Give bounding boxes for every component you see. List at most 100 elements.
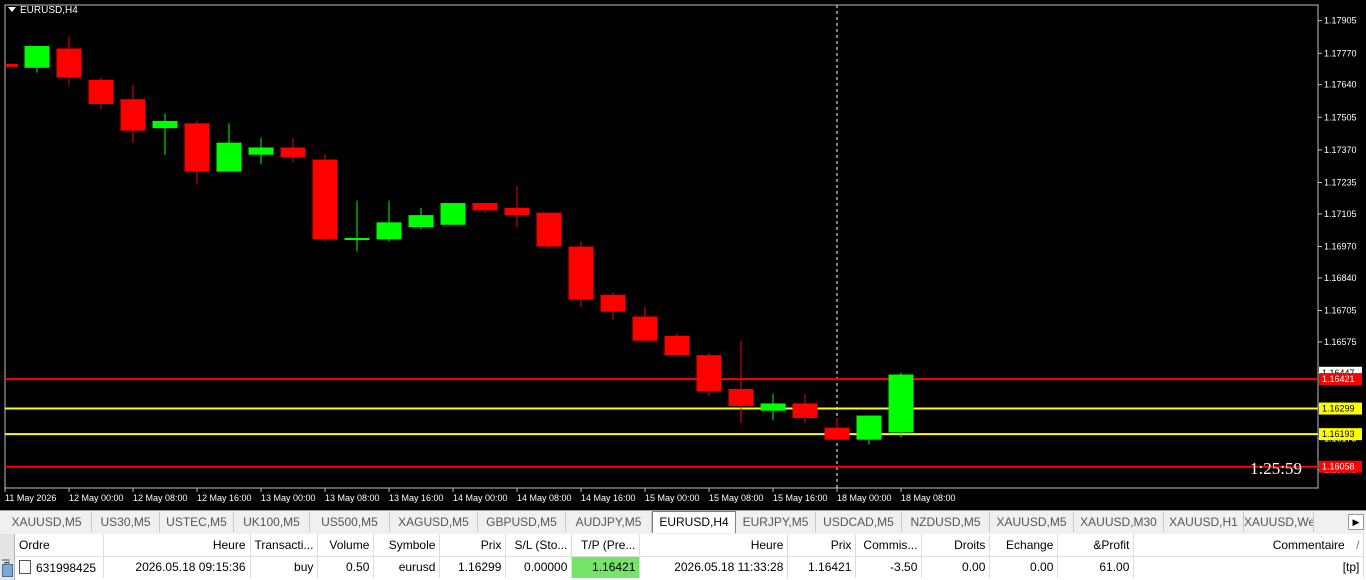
candle-body (376, 222, 402, 240)
candle-body (88, 79, 114, 105)
tab-xagusd-m5[interactable]: XAGUSD,M5 (390, 512, 478, 532)
x-tick-label: 12 May 16:00 (197, 493, 252, 503)
candle-body (824, 427, 850, 440)
candle-body (472, 203, 498, 211)
candle-body (56, 48, 82, 78)
x-tick-label: 12 May 08:00 (133, 493, 188, 503)
chart-title: EURUSD,H4 (8, 5, 78, 16)
chart-menu-icon[interactable] (8, 7, 16, 12)
tab-us500-m5[interactable]: US500,M5 (310, 512, 390, 532)
x-tick-label: 13 May 00:00 (261, 493, 316, 503)
price-chart[interactable]: 1.17905 1.17770 1.17640 1.17505 1.17370 1.172… (0, 0, 1366, 510)
candle-body (792, 403, 818, 418)
cell-price: 1.16299 (439, 556, 507, 578)
candle-body (760, 403, 786, 411)
cell-commission: -3.50 (855, 556, 923, 578)
candle-body (728, 388, 754, 406)
cell-volume: 0.50 (317, 556, 375, 578)
tab-us30-m5[interactable]: US30,M5 (92, 512, 160, 532)
candle-body (696, 355, 722, 392)
tab-xauusd-m5[interactable]: XAUUSD,M5 (2, 512, 92, 532)
x-tick-label: 13 May 08:00 (325, 493, 380, 503)
col-type[interactable]: Transacti... (250, 534, 319, 557)
tab-audjpy-m5[interactable]: AUDJPY,M5 (566, 512, 652, 532)
col-profit[interactable]: &Profit (1057, 534, 1135, 557)
x-tick-label: 14 May 08:00 (517, 493, 572, 503)
y-tick-label: 1.17235 (1324, 178, 1357, 188)
chart-symbol-label: EURUSD,H4 (20, 5, 78, 16)
cell-rights: 0.00 (921, 556, 991, 578)
col-symbol[interactable]: Symbole (373, 534, 441, 557)
bar-countdown: 1:25:59 (1250, 459, 1302, 478)
candle-body (152, 120, 178, 129)
y-tick-label: 1.16705 (1324, 305, 1357, 315)
x-tick-label: 15 May 08:00 (709, 493, 764, 503)
tab-eurjpy-m5[interactable]: EURJPY,M5 (736, 512, 816, 532)
cell-swap: 0.00 (989, 556, 1059, 578)
tab-eurusd-h4[interactable]: EURUSD,H4 (652, 511, 736, 533)
tab-ustec-m5[interactable]: USTEC,M5 (160, 512, 234, 532)
y-tick-label: 1.17505 (1324, 112, 1357, 122)
candle-body (600, 294, 626, 312)
candle-body (664, 335, 690, 356)
candle-body (504, 207, 530, 216)
candle-body (568, 246, 594, 300)
candle-body (440, 203, 466, 225)
candle-body (280, 147, 306, 158)
candle-body (248, 147, 274, 155)
cell-symbol: eurusd (373, 556, 441, 578)
candle-body (24, 46, 50, 68)
col-price[interactable]: Prix (439, 534, 507, 557)
col-tp[interactable]: T/P (Pre... (571, 534, 641, 557)
col-rights[interactable]: Droits (921, 534, 991, 557)
chart-tabs-bar: XAUUSD,M5 US30,M5 USTEC,M5 UK100,M5 US500,M5… (0, 510, 1366, 533)
history-table: Ordre Heure Transacti... Volume Symbole … (15, 534, 1365, 578)
y-tick-label: 1.16840 (1324, 273, 1357, 283)
tab-usdcad-m5[interactable]: USDCAD,M5 (816, 512, 902, 532)
cell-order-value: 631998425 (36, 560, 97, 575)
col-close-price[interactable]: Prix (787, 534, 857, 557)
price-label-stop: 1.16058 (1322, 462, 1355, 472)
x-tick-label: 12 May 00:00 (69, 493, 124, 503)
cell-type: buy (250, 556, 319, 578)
tab-xauusd-h1[interactable]: XAUUSD,H1 (1164, 512, 1244, 532)
candle-body (312, 159, 338, 240)
y-tick-label: 1.16970 (1324, 242, 1357, 252)
col-time[interactable]: Heure (103, 534, 251, 557)
col-sl[interactable]: S/L (Sto... (505, 534, 573, 557)
tab-uk100-m5[interactable]: UK100,M5 (234, 512, 310, 532)
col-swap[interactable]: Echange (989, 534, 1059, 557)
candle-body (216, 142, 242, 172)
tab-gbpusd-m5[interactable]: GBPUSD,M5 (478, 512, 566, 532)
tab-xauusd-m30[interactable]: XAUUSD,M30 (1074, 512, 1164, 532)
tab-xauusd-m5[interactable]: XAUUSD,M5 (990, 512, 1074, 532)
y-tick-label: 1.17770 (1324, 48, 1357, 58)
candle-body (408, 215, 434, 228)
col-order[interactable]: Ordre (15, 534, 104, 557)
candle-body (184, 123, 210, 172)
col-close-time[interactable]: Heure (639, 534, 789, 557)
cell-close-price: 1.16421 (787, 556, 857, 578)
terminal-icon[interactable] (2, 564, 13, 577)
col-commission[interactable]: Commis... (855, 534, 923, 557)
tab-nzdusd-m5[interactable]: NZDUSD,M5 (902, 512, 990, 532)
candle-body (888, 374, 914, 433)
cell-profit: 61.00 (1057, 556, 1135, 578)
x-tick-label: 15 May 00:00 (645, 493, 700, 503)
col-comment[interactable]: Commentaire / (1133, 534, 1365, 557)
tabs-scroll-right-button[interactable]: ▶ (1348, 514, 1364, 530)
table-row[interactable]: 631998425 2026.05.18 09:15:36 buy 0.50 e… (15, 556, 1365, 578)
chart-area[interactable]: 1.17905 1.17770 1.17640 1.17505 1.17370 1.172… (0, 0, 1366, 510)
cell-sl: 0.00000 (505, 556, 573, 578)
col-volume[interactable]: Volume (317, 534, 375, 557)
cell-time: 2026.05.18 09:15:36 (103, 556, 251, 578)
tab-xauusd-we[interactable]: XAUUSD,We (1244, 512, 1314, 532)
candle-body (344, 238, 370, 241)
x-tick-label: 18 May 08:00 (901, 493, 956, 503)
candle-body (856, 415, 882, 440)
x-tick-label: 11 May 2026 (5, 493, 56, 503)
document-icon (19, 559, 31, 574)
x-tick-label: 13 May 16:00 (389, 493, 444, 503)
plot-frame (4, 4, 1319, 489)
candle-body (120, 99, 146, 131)
